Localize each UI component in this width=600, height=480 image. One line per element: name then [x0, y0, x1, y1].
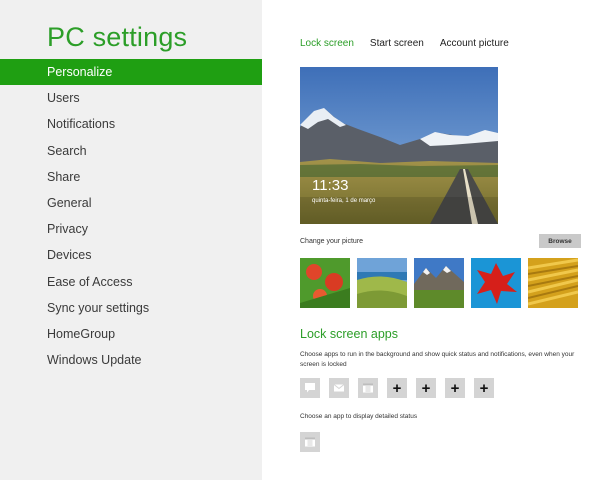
- lock-screen-preview: 11:33 quinta-feira, 1 de março: [300, 67, 498, 224]
- thumbnail-mountain-valley[interactable]: [414, 258, 464, 308]
- thumbnail-flowers[interactable]: [300, 258, 350, 308]
- tab-bar: Lock screen Start screen Account picture: [300, 38, 525, 49]
- lock-screen-date: quinta-feira, 1 de março: [312, 198, 376, 204]
- thumbnail-red-leaf[interactable]: [471, 258, 521, 308]
- lock-screen-time: 11:33: [312, 177, 349, 194]
- sidebar-item-users[interactable]: Users: [0, 85, 262, 111]
- sidebar-item-windows-update[interactable]: Windows Update: [0, 347, 262, 373]
- picture-thumbnails: [300, 258, 585, 308]
- detailed-status-slot[interactable]: [300, 432, 320, 452]
- tab-start-screen[interactable]: Start screen: [370, 38, 424, 49]
- add-app-slot-1[interactable]: +: [387, 378, 407, 398]
- sidebar-item-personalize[interactable]: Personalize: [0, 59, 262, 86]
- add-app-slot-3[interactable]: +: [445, 378, 465, 398]
- detailed-status-label: Choose an app to display detailed status: [300, 413, 418, 420]
- content-pane: Lock screen Start screen Account picture: [262, 0, 600, 480]
- sidebar: PC settings Personalize Users Notificati…: [0, 0, 262, 480]
- lock-screen-apps-description: Choose apps to run in the background and…: [300, 351, 575, 368]
- browse-button[interactable]: Browse: [539, 234, 581, 248]
- calendar-slot[interactable]: [358, 378, 378, 398]
- sidebar-nav: Personalize Users Notifications Search S…: [0, 59, 262, 373]
- sidebar-item-general[interactable]: General: [0, 190, 262, 216]
- sidebar-item-homegroup[interactable]: HomeGroup: [0, 321, 262, 347]
- app-title: PC settings: [47, 22, 188, 52]
- thumbnail-coast-hills[interactable]: [357, 258, 407, 308]
- add-app-slot-2[interactable]: +: [416, 378, 436, 398]
- sidebar-item-share[interactable]: Share: [0, 164, 262, 190]
- tab-account-picture[interactable]: Account picture: [440, 38, 509, 49]
- add-app-slot-4[interactable]: +: [474, 378, 494, 398]
- sidebar-item-ease-of-access[interactable]: Ease of Access: [0, 269, 262, 295]
- sidebar-item-notifications[interactable]: Notifications: [0, 111, 262, 137]
- thumbnail-golden-grass[interactable]: [528, 258, 578, 308]
- plus-icon: +: [479, 379, 489, 397]
- change-picture-label: Change your picture: [300, 238, 364, 245]
- lock-screen-app-slots: + + + +: [300, 378, 503, 398]
- sidebar-item-search[interactable]: Search: [0, 138, 262, 164]
- messaging-icon: [305, 383, 315, 393]
- sidebar-item-sync-settings[interactable]: Sync your settings: [0, 295, 262, 321]
- sidebar-item-privacy[interactable]: Privacy: [0, 216, 262, 242]
- lock-screen-apps-title: Lock screen apps: [300, 327, 398, 341]
- plus-icon: +: [421, 379, 431, 397]
- mail-slot[interactable]: [329, 378, 349, 398]
- calendar-icon: [305, 437, 315, 447]
- calendar-icon: [363, 383, 373, 393]
- plus-icon: +: [392, 379, 402, 397]
- messaging-slot[interactable]: [300, 378, 320, 398]
- sidebar-item-devices[interactable]: Devices: [0, 242, 262, 268]
- plus-icon: +: [450, 379, 460, 397]
- tab-lock-screen[interactable]: Lock screen: [300, 38, 354, 49]
- mail-icon: [333, 384, 345, 392]
